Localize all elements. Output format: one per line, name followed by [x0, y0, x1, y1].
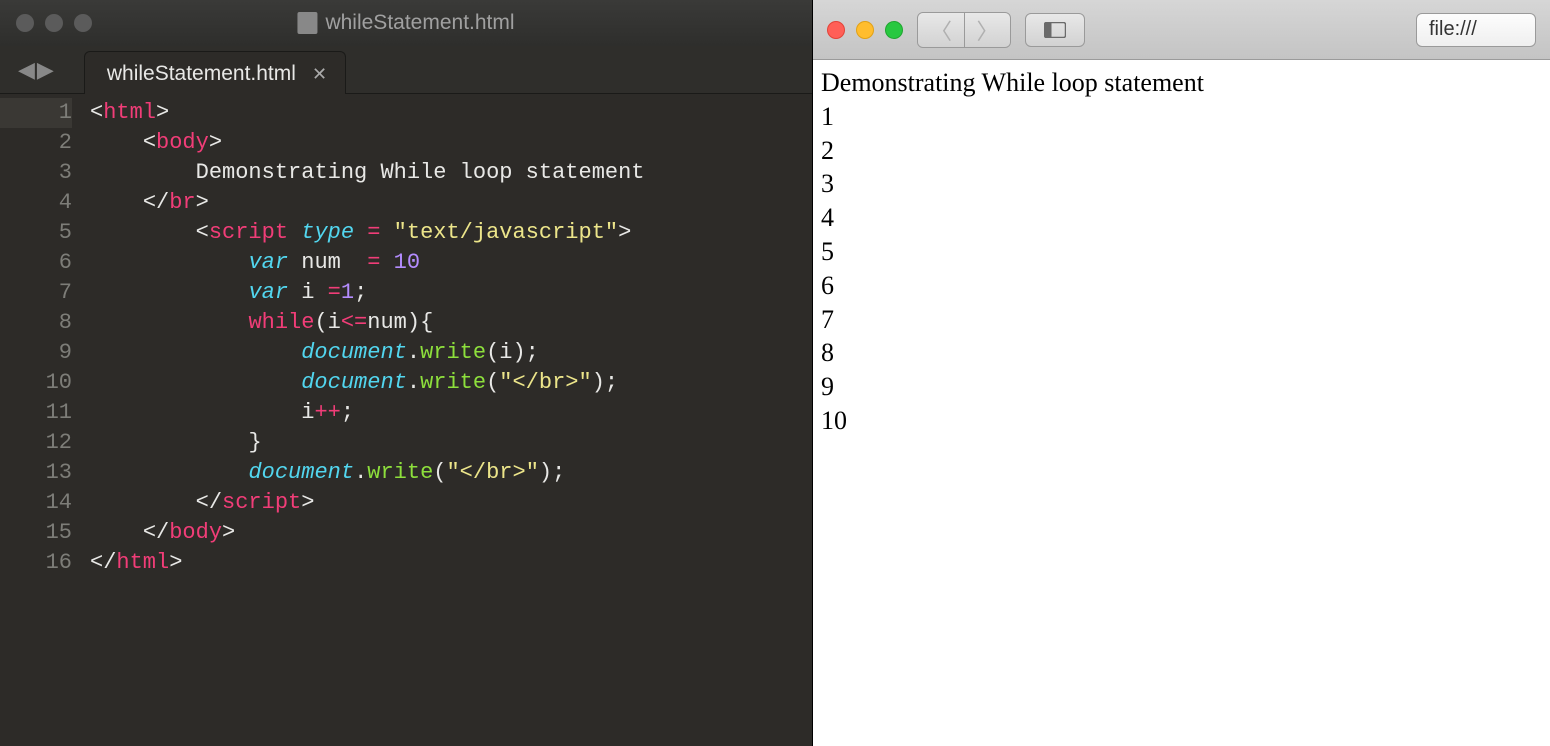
code-line: document.write(i);: [90, 338, 812, 368]
line-number: 1: [0, 98, 72, 128]
editor-window: whileStatement.html ◀ ▶ whileStatement.h…: [0, 0, 812, 746]
code-line: <body>: [90, 128, 812, 158]
code-line: var num = 10: [90, 248, 812, 278]
line-number: 11: [0, 398, 72, 428]
line-number: 12: [0, 428, 72, 458]
line-number-gutter: 1 2 3 4 5 6 7 8 9 10 11 12 13 14 15 16: [0, 98, 90, 746]
line-number: 2: [0, 128, 72, 158]
chevron-left-icon: 〈: [930, 14, 952, 46]
page-heading: Demonstrating While loop statement: [821, 66, 1542, 100]
output-number: 1: [821, 100, 1542, 134]
browser-window: 〈 〉 file:/// Demonstrating While loop st…: [812, 0, 1550, 746]
output-number: 10: [821, 404, 1542, 438]
output-number: 8: [821, 336, 1542, 370]
line-number: 16: [0, 548, 72, 578]
line-number: 13: [0, 458, 72, 488]
output-number: 9: [821, 370, 1542, 404]
editor-minimize-button[interactable]: [45, 14, 63, 32]
code-line: document.write("</br>");: [90, 458, 812, 488]
nav-forward-icon[interactable]: ▶: [37, 57, 54, 83]
line-number: 8: [0, 308, 72, 338]
editor-nav-arrows: ◀ ▶: [18, 57, 54, 83]
browser-address-text: file:///: [1429, 18, 1477, 41]
tab-close-icon[interactable]: ✕: [312, 64, 327, 85]
browser-address-bar[interactable]: file:///: [1416, 13, 1536, 47]
chevron-right-icon: 〉: [976, 14, 998, 46]
code-line: </script>: [90, 488, 812, 518]
browser-minimize-button[interactable]: [856, 21, 874, 39]
browser-nav-buttons: 〈 〉: [917, 12, 1011, 48]
sidebar-icon: [1044, 22, 1066, 38]
code-line: var i =1;: [90, 278, 812, 308]
browser-forward-button[interactable]: 〉: [964, 13, 1010, 47]
editor-window-title: whileStatement.html: [297, 11, 514, 35]
browser-close-button[interactable]: [827, 21, 845, 39]
line-number: 6: [0, 248, 72, 278]
line-number: 15: [0, 518, 72, 548]
code-line: </br>: [90, 188, 812, 218]
code-line: </body>: [90, 518, 812, 548]
browser-traffic-lights: [827, 21, 903, 39]
browser-back-button[interactable]: 〈: [918, 13, 964, 47]
editor-traffic-lights: [16, 14, 92, 32]
code-line: while(i<=num){: [90, 308, 812, 338]
code-line: </html>: [90, 548, 812, 578]
nav-back-icon[interactable]: ◀: [18, 57, 35, 83]
output-number: 5: [821, 235, 1542, 269]
tab-label: whileStatement.html: [107, 62, 296, 86]
output-number: 2: [821, 134, 1542, 168]
output-number: 6: [821, 269, 1542, 303]
line-number: 9: [0, 338, 72, 368]
line-number: 4: [0, 188, 72, 218]
code-lines: <html> <body> Demonstrating While loop s…: [90, 98, 812, 746]
line-number: 5: [0, 218, 72, 248]
browser-maximize-button[interactable]: [885, 21, 903, 39]
editor-close-button[interactable]: [16, 14, 34, 32]
code-line: i++;: [90, 398, 812, 428]
browser-toolbar: 〈 〉 file:///: [813, 0, 1550, 60]
code-line: <html>: [90, 98, 812, 128]
editor-titlebar: whileStatement.html: [0, 0, 812, 46]
line-number: 3: [0, 158, 72, 188]
code-line: <script type = "text/javascript">: [90, 218, 812, 248]
editor-maximize-button[interactable]: [74, 14, 92, 32]
browser-sidebar-button[interactable]: [1025, 13, 1085, 47]
line-number: 7: [0, 278, 72, 308]
output-number: 3: [821, 167, 1542, 201]
code-line: }: [90, 428, 812, 458]
line-number: 10: [0, 368, 72, 398]
tab-whilestatement[interactable]: whileStatement.html ✕: [84, 51, 346, 94]
editor-title-text: whileStatement.html: [325, 11, 514, 35]
code-line: Demonstrating While loop statement: [90, 158, 812, 188]
line-number: 14: [0, 488, 72, 518]
browser-page-content: Demonstrating While loop statement 1 2 3…: [813, 60, 1550, 746]
output-number: 7: [821, 303, 1542, 337]
output-number: 4: [821, 201, 1542, 235]
file-icon: [297, 12, 317, 34]
code-editor[interactable]: 1 2 3 4 5 6 7 8 9 10 11 12 13 14 15 16 <…: [0, 94, 812, 746]
editor-tabbar: ◀ ▶ whileStatement.html ✕: [0, 46, 812, 94]
code-line: document.write("</br>");: [90, 368, 812, 398]
